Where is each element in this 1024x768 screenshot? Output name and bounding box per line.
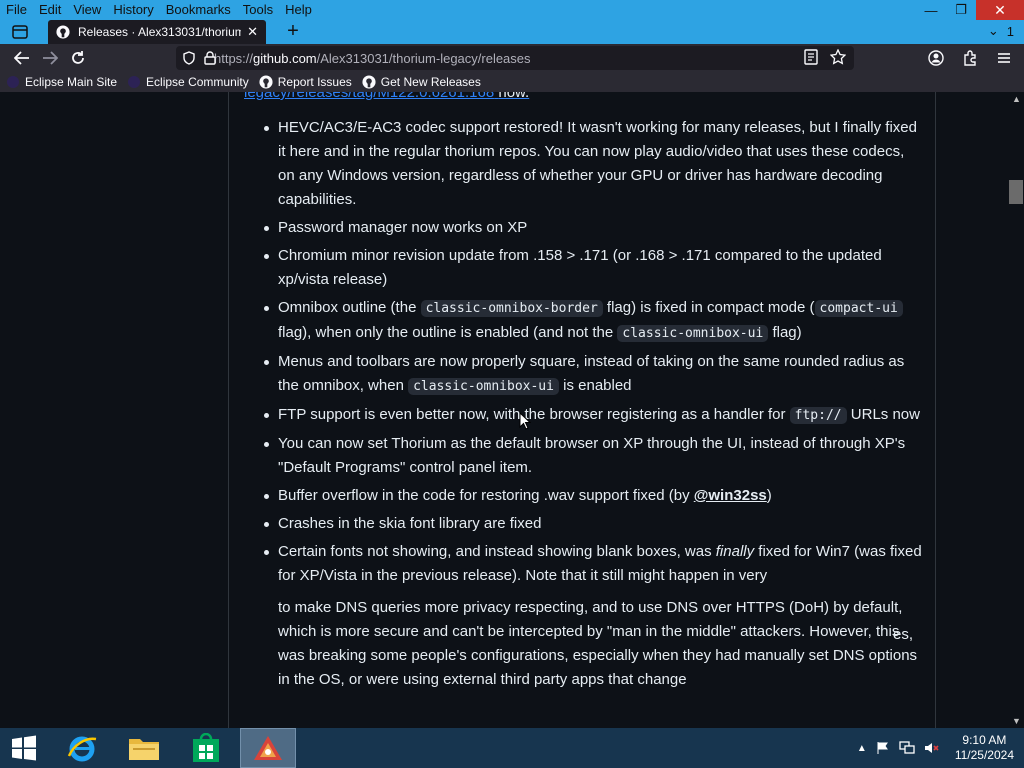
code-classic-omnibox-border: classic-omnibox-border: [420, 300, 603, 317]
bookmark-report-issues[interactable]: Report Issues: [259, 75, 352, 89]
release-tag-link[interactable]: legacy/releases/tag/M122.0.6261.168 now.: [244, 92, 529, 101]
github-icon: [56, 25, 70, 39]
list-item: Crashes in the skia font library are fix…: [264, 512, 922, 536]
reload-button[interactable]: [64, 44, 92, 72]
list-item: Certain fonts not showing, and instead s…: [264, 540, 922, 692]
taskbar: ▲ 9:10 AM 11/25/2024: [0, 728, 1024, 768]
taskbar-thorium[interactable]: [240, 728, 296, 768]
puzzle-icon: [964, 50, 976, 66]
shield-icon[interactable]: [182, 51, 196, 65]
ie-icon: [67, 736, 97, 762]
thorium-icon: [254, 736, 282, 760]
reload-icon: [72, 51, 84, 64]
list-item: You can now set Thorium as the default b…: [264, 432, 922, 480]
chevron-down-icon: ⌄: [987, 23, 999, 38]
scroll-up-icon[interactable]: ▲: [1012, 94, 1021, 104]
list-item: Password manager now works on XP: [264, 216, 922, 240]
code-compact-ui: compact-ui: [814, 300, 903, 317]
list-item-continued: to make DNS queries more privacy respect…: [278, 599, 918, 688]
account-icon: [928, 50, 944, 66]
menu-view[interactable]: View: [67, 0, 107, 20]
github-icon: [362, 75, 376, 89]
taskbar-internet-explorer[interactable]: [54, 728, 110, 768]
tab-strip: Releases · Alex313031/thorium-l ✕ + ⌄ 1: [0, 20, 1024, 44]
url-text[interactable]: https://github.com/Alex313031/thorium-le…: [214, 51, 531, 66]
list-item: Menus and toolbars are now properly squa…: [264, 350, 922, 399]
bookmark-get-new-releases[interactable]: Get New Releases: [362, 75, 481, 89]
bookmark-star-icon[interactable]: [830, 49, 846, 65]
bookmarks-toolbar: Eclipse Main Site Eclipse Community Repo…: [0, 72, 1024, 92]
github-icon: [259, 75, 273, 89]
folder-icon: [129, 739, 159, 760]
menu-bar: File Edit View History Bookmarks Tools H…: [0, 0, 1024, 20]
firefox-view-button[interactable]: [10, 23, 30, 41]
list-item: HEVC/AC3/E-AC3 codec support restored! I…: [264, 116, 922, 212]
tab-releases[interactable]: Releases · Alex313031/thorium-l ✕: [48, 20, 266, 44]
menu-bookmarks[interactable]: Bookmarks: [160, 0, 237, 20]
windows-logo-icon: [12, 735, 36, 761]
back-arrow-icon: [14, 51, 29, 65]
bookmark-eclipse-main[interactable]: Eclipse Main Site: [6, 75, 117, 89]
menu-file[interactable]: File: [0, 0, 33, 20]
list-item: Omnibox outline (the classic-omnibox-bor…: [264, 296, 922, 346]
eclipse-icon: [7, 76, 19, 88]
forward-arrow-icon: [43, 51, 58, 65]
code-classic-omnibox-ui: classic-omnibox-ui: [408, 378, 559, 395]
toolbar-right: [922, 44, 1018, 72]
forward-button[interactable]: [36, 44, 64, 72]
code-ftp: ftp://: [789, 407, 847, 424]
menu-edit[interactable]: Edit: [33, 0, 67, 20]
url-bar[interactable]: https://github.com/Alex313031/thorium-le…: [176, 46, 854, 70]
release-notes-list: HEVC/AC3/E-AC3 codec support restored! I…: [264, 116, 922, 696]
taskbar-file-explorer[interactable]: [116, 728, 172, 768]
network-icon[interactable]: [899, 741, 915, 755]
vertical-scrollbar[interactable]: ▲ ▼: [1008, 92, 1024, 728]
tab-list-icon: [12, 25, 28, 39]
minimize-button[interactable]: —: [916, 0, 946, 20]
clock[interactable]: 9:10 AM 11/25/2024: [955, 733, 1014, 763]
list-item: Chromium minor revision update from .158…: [264, 244, 922, 292]
tray-overflow-icon[interactable]: ▲: [857, 743, 867, 754]
bookmark-eclipse-community[interactable]: Eclipse Community: [127, 75, 249, 89]
back-button[interactable]: [8, 44, 36, 72]
tab-title: Releases · Alex313031/thorium-l: [78, 25, 242, 39]
restore-button[interactable]: ❐: [946, 0, 976, 20]
mention-win32ss[interactable]: @win32ss: [694, 487, 767, 504]
mouse-cursor-icon: [519, 412, 531, 430]
menu-history[interactable]: History: [107, 0, 159, 20]
overlap-fragment: es,: [893, 626, 914, 643]
navigation-bar: https://github.com/Alex313031/thorium-le…: [0, 44, 1024, 72]
menu-tools[interactable]: Tools: [237, 0, 279, 20]
volume-muted-icon[interactable]: [924, 741, 940, 755]
new-tab-button[interactable]: +: [283, 21, 303, 42]
code-classic-omnibox-ui: classic-omnibox-ui: [617, 325, 769, 342]
page-content: legacy/releases/tag/M122.0.6261.168 now.…: [0, 92, 1008, 728]
list-item: Buffer overflow in the code for restorin…: [264, 484, 922, 508]
app-menu-button[interactable]: [990, 44, 1018, 72]
window-controls: — ❐ ✕: [916, 0, 1024, 20]
extensions-button[interactable]: [956, 44, 984, 72]
menu-help[interactable]: Help: [279, 0, 318, 20]
start-button[interactable]: [0, 728, 48, 768]
tab-count: 1: [1006, 23, 1014, 39]
action-center-flag-icon[interactable]: [876, 741, 890, 755]
system-tray: ▲ 9:10 AM 11/25/2024: [857, 728, 1014, 768]
eclipse-icon: [128, 76, 141, 88]
scroll-thumb[interactable]: [1009, 180, 1023, 204]
account-button[interactable]: [922, 44, 950, 72]
tab-overflow[interactable]: ⌄ 1: [988, 23, 1014, 39]
store-icon: [193, 733, 219, 762]
lock-icon[interactable]: [204, 51, 216, 65]
list-item: FTP support is even better now, with the…: [264, 403, 922, 428]
taskbar-store[interactable]: [178, 728, 234, 768]
url-actions: [804, 49, 846, 65]
close-window-button[interactable]: ✕: [976, 0, 1024, 20]
reader-view-icon[interactable]: [804, 49, 818, 65]
scroll-down-icon[interactable]: ▼: [1012, 716, 1021, 726]
tab-close-button[interactable]: ✕: [247, 24, 258, 40]
hamburger-icon: [998, 53, 1010, 63]
